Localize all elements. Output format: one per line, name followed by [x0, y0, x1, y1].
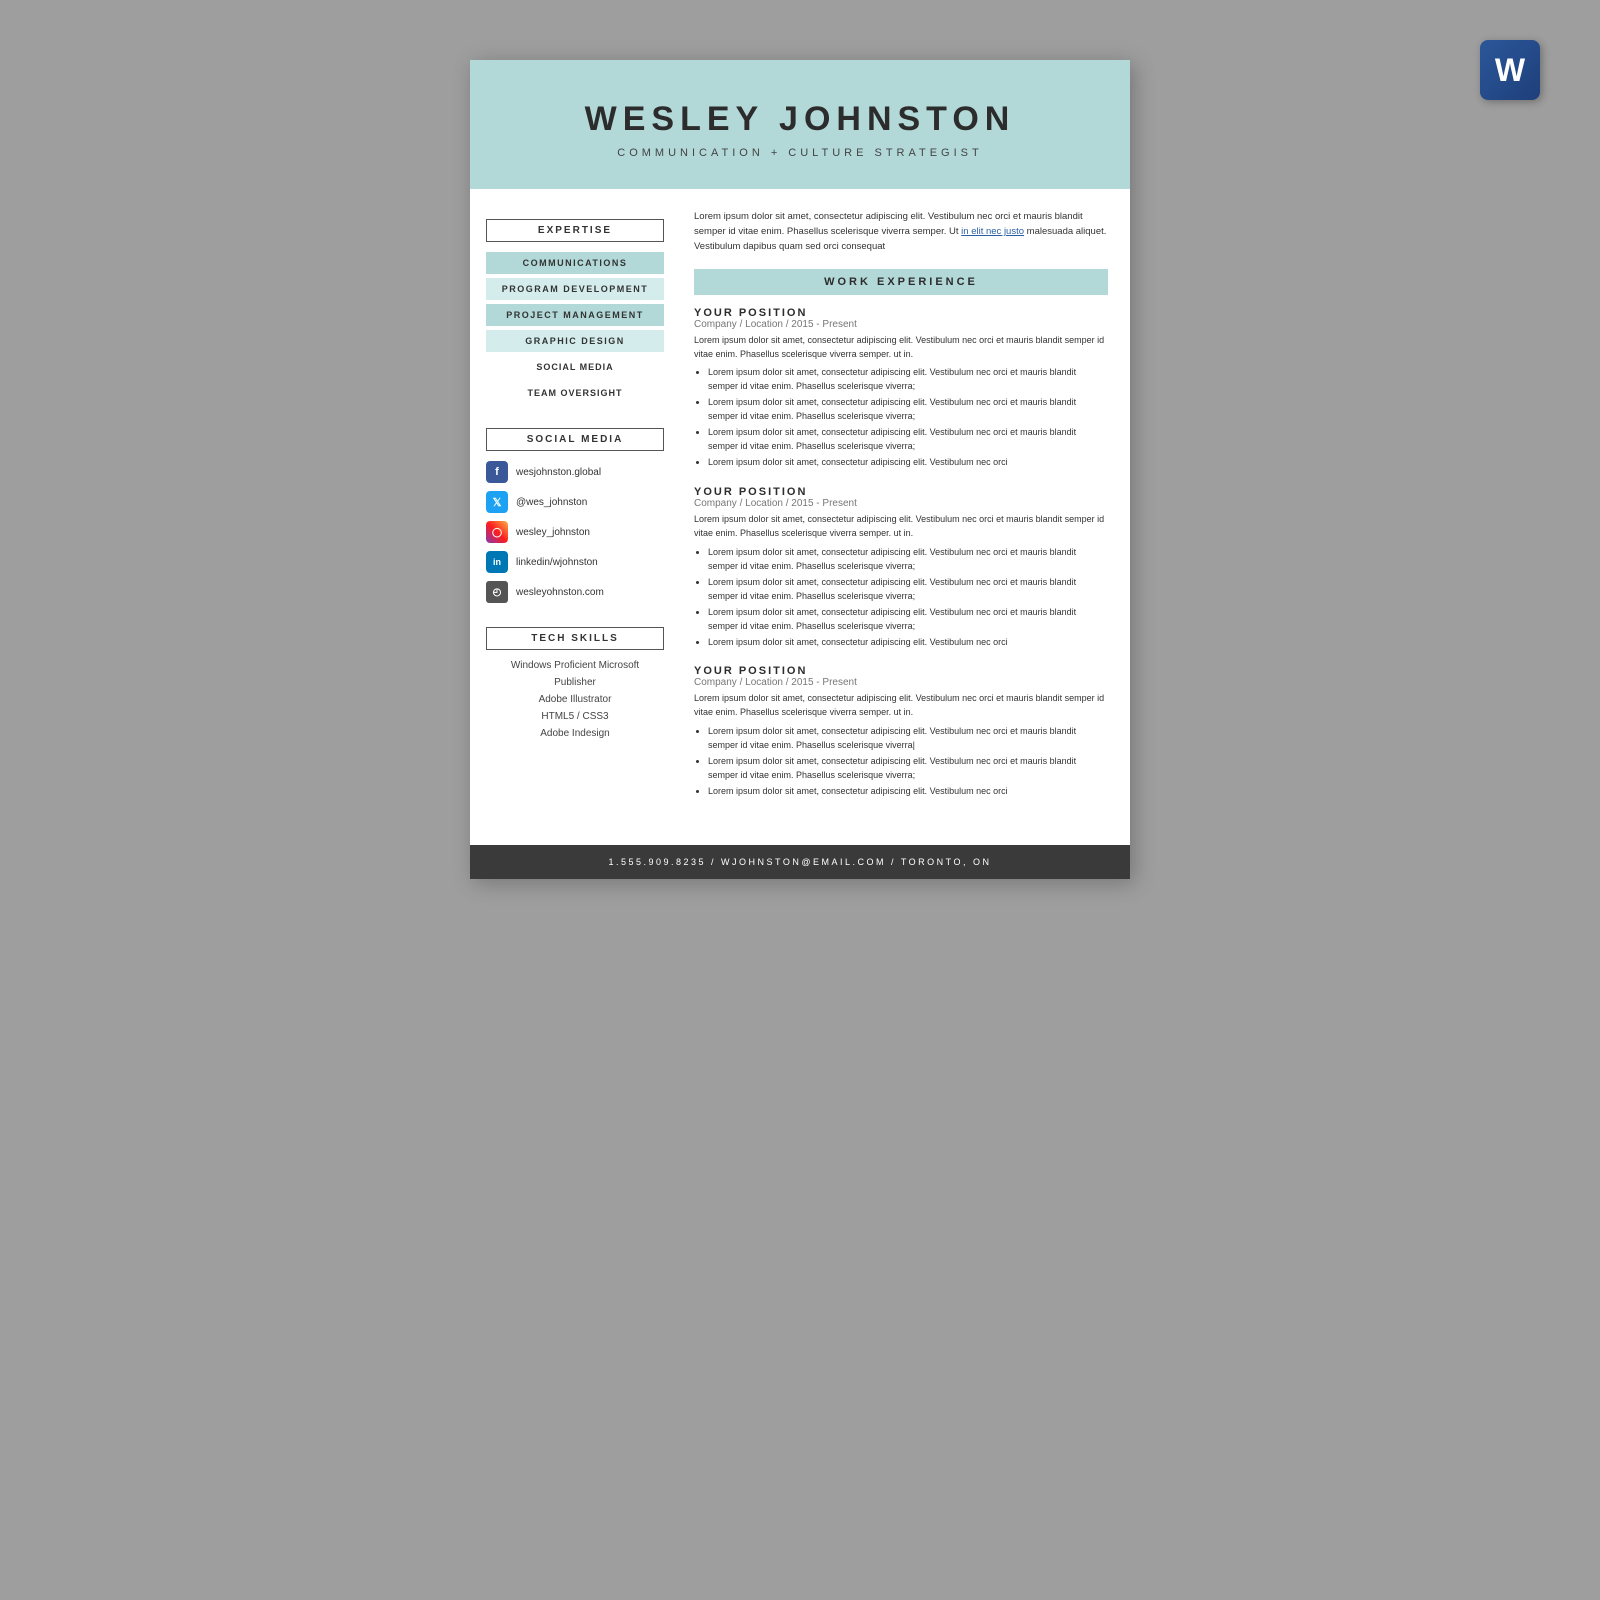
social-twitter: 𝕏 @wes_johnston	[486, 491, 664, 513]
social-instagram: ◯ wesley_johnston	[486, 521, 664, 543]
sidebar: EXPERTISE COMMUNICATIONS PROGRAM DEVELOP…	[470, 209, 680, 835]
job-meta-2: Company / Location / 2015 - Present	[694, 677, 1108, 688]
job-bullets-2: Lorem ipsum dolor sit amet, consectetur …	[694, 725, 1108, 799]
facebook-icon: f	[486, 461, 508, 483]
facebook-handle: wesjohnston.global	[516, 467, 601, 478]
resume-header: WESLEY JOHNSTON COMMUNICATION + CULTURE …	[470, 60, 1130, 189]
social-facebook: f wesjohnston.global	[486, 461, 664, 483]
job-desc-1: Lorem ipsum dolor sit amet, consectetur …	[694, 513, 1108, 541]
social-website: ◴ wesleyohnston.com	[486, 581, 664, 603]
twitter-handle: @wes_johnston	[516, 497, 587, 508]
skill-program-development: PROGRAM DEVELOPMENT	[486, 278, 664, 300]
job-entry-0: YOUR POSITION Company / Location / 2015 …	[694, 307, 1108, 470]
resume-name: WESLEY JOHNSTON	[500, 100, 1100, 139]
main-content: Lorem ipsum dolor sit amet, consectetur …	[680, 209, 1130, 835]
tech-skill-1: Publisher	[486, 677, 664, 688]
bullet-2-0: Lorem ipsum dolor sit amet, consectetur …	[708, 725, 1108, 753]
skill-graphic-design: GRAPHIC DESIGN	[486, 330, 664, 352]
bullet-1-2: Lorem ipsum dolor sit amet, consectetur …	[708, 606, 1108, 634]
job-title-2: YOUR POSITION	[694, 665, 1108, 677]
social-media-section: SOCIAL MEDIA f wesjohnston.global 𝕏 @wes…	[486, 428, 664, 603]
skill-communications: COMMUNICATIONS	[486, 252, 664, 274]
website-icon: ◴	[486, 581, 508, 603]
bullet-1-3: Lorem ipsum dolor sit amet, consectetur …	[708, 636, 1108, 650]
social-linkedin: in linkedin/wjohnston	[486, 551, 664, 573]
tech-skill-0: Windows Proficient Microsoft	[486, 660, 664, 671]
job-meta-0: Company / Location / 2015 - Present	[694, 319, 1108, 330]
job-entry-1: YOUR POSITION Company / Location / 2015 …	[694, 486, 1108, 649]
bullet-0-3: Lorem ipsum dolor sit amet, consectetur …	[708, 456, 1108, 470]
job-entry-2: YOUR POSITION Company / Location / 2015 …	[694, 665, 1108, 799]
website-handle: wesleyohnston.com	[516, 587, 604, 598]
bullet-2-2: Lorem ipsum dolor sit amet, consectetur …	[708, 785, 1108, 799]
expertise-title: EXPERTISE	[486, 219, 664, 242]
job-title-0: YOUR POSITION	[694, 307, 1108, 319]
job-desc-2: Lorem ipsum dolor sit amet, consectetur …	[694, 692, 1108, 720]
social-media-title: SOCIAL MEDIA	[486, 428, 664, 451]
job-bullets-0: Lorem ipsum dolor sit amet, consectetur …	[694, 366, 1108, 470]
resume-body: EXPERTISE COMMUNICATIONS PROGRAM DEVELOP…	[470, 189, 1130, 835]
instagram-handle: wesley_johnston	[516, 527, 590, 538]
work-experience-header: WORK EXPERIENCE	[694, 269, 1108, 295]
tech-skills-title: TECH SKILLS	[486, 627, 664, 650]
intro-paragraph: Lorem ipsum dolor sit amet, consectetur …	[694, 209, 1108, 255]
bullet-1-0: Lorem ipsum dolor sit amet, consectetur …	[708, 546, 1108, 574]
job-desc-0: Lorem ipsum dolor sit amet, consectetur …	[694, 334, 1108, 362]
word-icon-letter: W	[1495, 52, 1525, 89]
skill-social-media: SOCIAL MEDIA	[486, 356, 664, 378]
resume-title: COMMUNICATION + CULTURE STRATEGIST	[500, 147, 1100, 159]
twitter-icon: 𝕏	[486, 491, 508, 513]
tech-skill-4: Adobe Indesign	[486, 728, 664, 739]
linkedin-handle: linkedin/wjohnston	[516, 557, 598, 568]
tech-skills-section: TECH SKILLS Windows Proficient Microsoft…	[486, 627, 664, 739]
instagram-icon: ◯	[486, 521, 508, 543]
bullet-0-2: Lorem ipsum dolor sit amet, consectetur …	[708, 426, 1108, 454]
bullet-0-1: Lorem ipsum dolor sit amet, consectetur …	[708, 396, 1108, 424]
resume-footer: 1.555.909.8235 / WJOHNSTON@EMAIL.COM / T…	[470, 845, 1130, 879]
bullet-0-0: Lorem ipsum dolor sit amet, consectetur …	[708, 366, 1108, 394]
resume-paper: WESLEY JOHNSTON COMMUNICATION + CULTURE …	[470, 60, 1130, 879]
skill-team-oversight: TEAM OVERSIGHT	[486, 382, 664, 404]
word-icon: W	[1480, 40, 1540, 100]
job-title-1: YOUR POSITION	[694, 486, 1108, 498]
bullet-2-1: Lorem ipsum dolor sit amet, consectetur …	[708, 755, 1108, 783]
expertise-section: EXPERTISE COMMUNICATIONS PROGRAM DEVELOP…	[486, 219, 664, 404]
bullet-1-1: Lorem ipsum dolor sit amet, consectetur …	[708, 576, 1108, 604]
skill-project-management: PROJECT MANAGEMENT	[486, 304, 664, 326]
linkedin-icon: in	[486, 551, 508, 573]
tech-skill-3: HTML5 / CSS3	[486, 711, 664, 722]
job-meta-1: Company / Location / 2015 - Present	[694, 498, 1108, 509]
tech-skill-2: Adobe Illustrator	[486, 694, 664, 705]
job-bullets-1: Lorem ipsum dolor sit amet, consectetur …	[694, 546, 1108, 650]
